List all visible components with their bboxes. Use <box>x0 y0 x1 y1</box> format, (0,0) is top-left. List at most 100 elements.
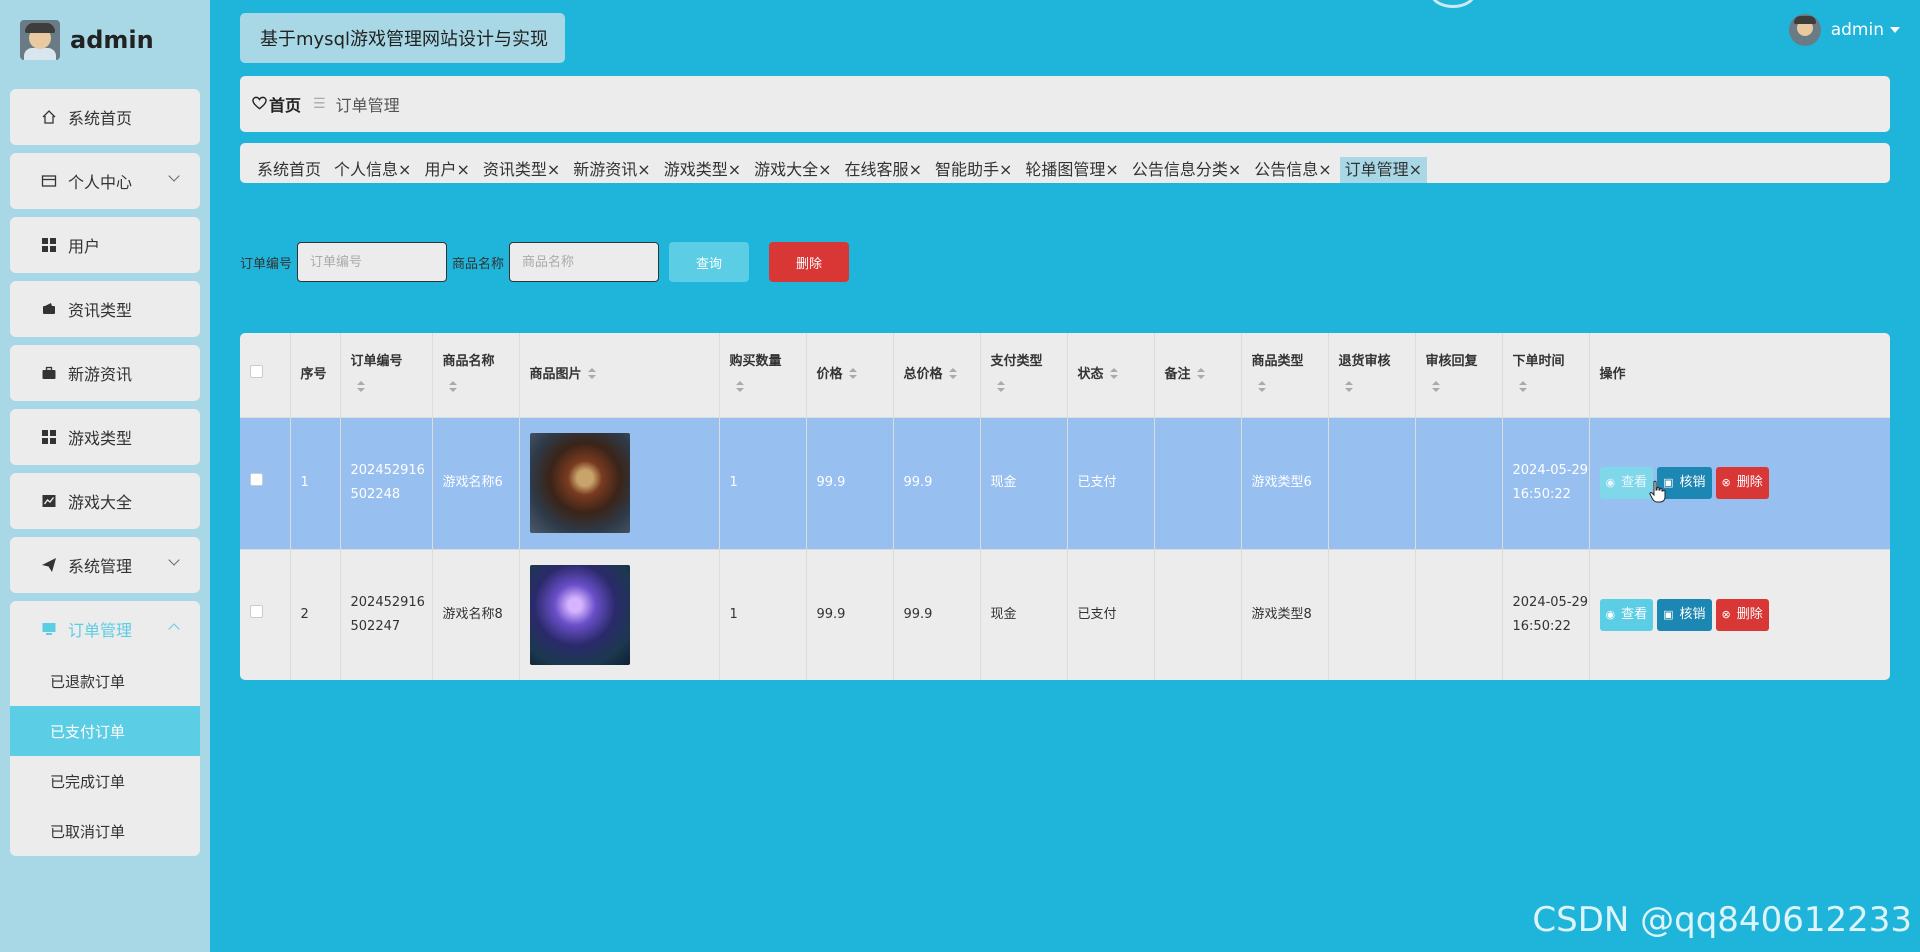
tab-label: 订单管理 <box>1344 160 1409 179</box>
sort-icon[interactable] <box>996 381 1005 393</box>
close-icon[interactable]: × <box>1105 160 1118 179</box>
submenu-refunded-orders[interactable]: 已退款订单 <box>10 656 200 706</box>
col-order-no[interactable]: 订单编号 <box>340 333 433 417</box>
col-product-image[interactable]: 商品图片 <box>519 333 720 417</box>
sort-icon[interactable] <box>1257 381 1266 393</box>
verify-label: 核销 <box>1679 475 1706 490</box>
eye-icon: ◉ <box>1605 476 1616 489</box>
col-order-time[interactable]: 下单时间 <box>1502 333 1590 417</box>
tab-smart-assistant[interactable]: 智能助手× <box>930 157 1017 183</box>
tab-label: 轮播图管理 <box>1025 160 1106 179</box>
tab-label: 游戏类型 <box>663 160 728 179</box>
cell-status: 已支付 <box>1067 416 1155 549</box>
close-icon[interactable]: × <box>1318 160 1331 179</box>
tab-notice[interactable]: 公告信息× <box>1249 157 1336 183</box>
product-thumbnail[interactable] <box>529 565 630 666</box>
tab-home[interactable]: 系统首页 <box>252 157 326 183</box>
wallet-icon <box>40 300 58 318</box>
sort-icon[interactable] <box>1518 381 1527 393</box>
close-icon[interactable]: × <box>1409 160 1422 179</box>
cell-index: 2 <box>290 548 341 680</box>
col-price[interactable]: 价格 <box>806 333 894 417</box>
breadcrumb-home[interactable]: 首页 <box>269 92 301 116</box>
batch-delete-button[interactable]: 删除 <box>769 242 850 282</box>
sidebar-item-personal-center[interactable]: 个人中心 <box>10 153 200 209</box>
cell-time: 2024-05-29 16:50:22 <box>1502 416 1590 549</box>
close-icon[interactable]: × <box>456 160 469 179</box>
column-header: 商品类型 <box>1251 353 1304 369</box>
sort-icon[interactable] <box>1431 381 1440 393</box>
close-icon[interactable]: × <box>1228 160 1241 179</box>
submenu-cancelled-orders[interactable]: 已取消订单 <box>10 806 200 856</box>
sidebar-item-orders[interactable]: 订单管理 <box>10 601 200 657</box>
sort-icon[interactable] <box>948 368 957 380</box>
col-pay-type[interactable]: 支付类型 <box>980 333 1068 417</box>
product-thumbnail[interactable] <box>529 433 630 533</box>
tab-label: 公告信息 <box>1254 160 1319 179</box>
select-all-checkbox[interactable] <box>250 364 263 378</box>
sort-icon[interactable] <box>1344 381 1353 393</box>
tab-news-type[interactable]: 资讯类型× <box>478 157 565 183</box>
tab-notice-category[interactable]: 公告信息分类× <box>1127 157 1246 183</box>
table-row[interactable]: 1 202452916502248 游戏名称6 1 99.9 99.9 现金 已… <box>240 416 1890 549</box>
close-icon[interactable]: × <box>999 160 1012 179</box>
sidebar-item-new-game-news[interactable]: 新游资讯 <box>10 345 200 401</box>
query-button[interactable]: 查询 <box>669 242 750 282</box>
tab-online-service[interactable]: 在线客服× <box>840 157 927 183</box>
close-icon[interactable]: × <box>909 160 922 179</box>
tab-personal-info[interactable]: 个人信息× <box>329 157 416 183</box>
sidebar-item-system[interactable]: 系统管理 <box>10 537 200 593</box>
tab-carousel[interactable]: 轮播图管理× <box>1020 157 1123 183</box>
submenu-completed-orders[interactable]: 已完成订单 <box>10 756 200 806</box>
sidebar: admin 系统首页 个人中心 用户 资讯类型 新游资讯 游戏类型 游戏大全 系… <box>0 0 210 952</box>
sort-icon[interactable] <box>1109 368 1118 380</box>
table-row[interactable]: 2 202452916502247 游戏名称8 1 99.9 99.9 现金 已… <box>240 548 1890 680</box>
sort-icon[interactable] <box>735 381 744 393</box>
close-icon[interactable]: × <box>398 160 411 179</box>
tab-game-type[interactable]: 游戏类型× <box>659 157 746 183</box>
caret-down-icon <box>1890 27 1900 33</box>
col-status[interactable]: 状态 <box>1067 333 1155 417</box>
submenu-paid-orders[interactable]: 已支付订单 <box>10 706 200 756</box>
cell-product: 游戏名称8 <box>432 548 520 680</box>
product-name-input[interactable] <box>509 242 660 282</box>
col-return-review[interactable]: 退货审核 <box>1328 333 1416 417</box>
delete-button[interactable]: ⊗ 删除 <box>1715 599 1769 632</box>
sort-icon[interactable] <box>848 368 857 380</box>
cell-pay-type: 现金 <box>980 416 1068 549</box>
sidebar-item-game-library[interactable]: 游戏大全 <box>10 473 200 529</box>
col-review-reply[interactable]: 审核回复 <box>1415 333 1503 417</box>
close-icon[interactable]: × <box>728 160 741 179</box>
delete-button[interactable]: ⊗ 删除 <box>1715 467 1769 499</box>
col-product-name[interactable]: 商品名称 <box>432 333 520 417</box>
sidebar-item-users[interactable]: 用户 <box>10 217 200 273</box>
column-header: 价格 <box>816 366 843 382</box>
view-button[interactable]: ◉ 查看 <box>1599 599 1654 632</box>
order-no-input[interactable] <box>297 242 448 282</box>
tab-orders[interactable]: 订单管理× <box>1339 157 1428 183</box>
sidebar-item-home[interactable]: 系统首页 <box>10 89 200 145</box>
row-checkbox[interactable] <box>250 473 263 486</box>
view-button[interactable]: ◉ 查看 <box>1599 467 1654 499</box>
verify-button[interactable]: ▣ 核销 <box>1657 599 1712 632</box>
sort-icon[interactable] <box>587 368 596 380</box>
sidebar-item-game-type[interactable]: 游戏类型 <box>10 409 200 465</box>
col-quantity[interactable]: 购买数量 <box>719 333 807 417</box>
close-icon[interactable]: × <box>818 160 831 179</box>
tab-game-library[interactable]: 游戏大全× <box>749 157 836 183</box>
col-remark[interactable]: 备注 <box>1154 333 1242 417</box>
cell-order-no: 202452916502247 <box>340 548 433 680</box>
sidebar-item-news-type[interactable]: 资讯类型 <box>10 281 200 337</box>
col-total[interactable]: 总价格 <box>893 333 981 417</box>
close-icon[interactable]: × <box>547 160 560 179</box>
row-checkbox[interactable] <box>250 605 263 619</box>
col-category[interactable]: 商品类型 <box>1241 333 1329 417</box>
sort-icon[interactable] <box>448 381 457 393</box>
sort-icon[interactable] <box>356 381 365 393</box>
sort-icon[interactable] <box>1196 368 1205 380</box>
close-icon[interactable]: × <box>637 160 650 179</box>
tab-users[interactable]: 用户× <box>419 157 474 183</box>
tab-new-game-news[interactable]: 新游资讯× <box>568 157 655 183</box>
user-menu[interactable]: admin <box>1788 14 1900 46</box>
column-header: 总价格 <box>903 366 943 382</box>
